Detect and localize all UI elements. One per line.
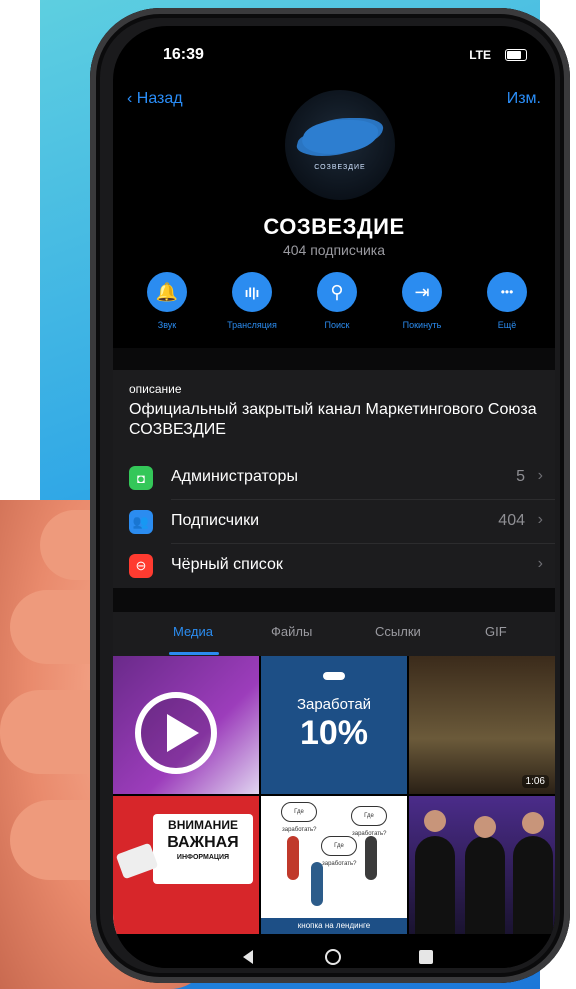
section-divider [113, 348, 555, 370]
video-duration: 1:06 [521, 775, 549, 788]
sound-label: Звук [157, 320, 177, 330]
person-head [522, 812, 544, 834]
subscribers-count: 404 [498, 512, 525, 529]
tab-files[interactable]: Файлы [271, 624, 312, 639]
promo-title: Заработай [296, 696, 372, 713]
action-bar: 🔔 Звук ıl|ı Трансляция ⚲ Поиск ⇥ Покинут… [127, 272, 547, 338]
search-label: Поиск [324, 320, 350, 330]
speech-bubble: Где заработать? [321, 836, 357, 867]
person-figure [311, 862, 323, 906]
blacklist-label: Чёрный список [171, 556, 283, 573]
leave-action[interactable]: ⇥ Покинуть [382, 272, 462, 330]
logo-icon [323, 672, 345, 680]
nav-back-icon[interactable] [243, 950, 253, 964]
notice-line-2: ВАЖНАЯ [167, 834, 239, 851]
admin-shield-icon: ◘ [129, 466, 153, 490]
media-tile-promo[interactable]: Заработай 10% [261, 656, 407, 794]
back-label: Назад [136, 90, 183, 107]
play-triangle-icon [167, 714, 199, 752]
subscriber-count: 404 подписчика [282, 242, 386, 258]
person-silhouette [513, 836, 553, 934]
blacklist-icon: ⊖ [129, 554, 153, 578]
leave-icon[interactable]: ⇥ [402, 272, 442, 312]
description-section: описание Официальный закрытый канал Марк… [113, 370, 555, 456]
battery-icon [505, 49, 527, 61]
chevron-right-icon: › [537, 467, 543, 484]
blacklist-row[interactable]: ⊖ Чёрный список › [113, 544, 555, 588]
media-tile-event-video[interactable]: 1:06 [409, 656, 555, 794]
description-text: Официальный закрытый канал Маркетинговог… [129, 401, 537, 438]
channel-title: СОЗВЕЗДИЕ [263, 214, 405, 239]
tab-links[interactable]: Ссылки [375, 624, 421, 639]
chevron-right-icon: › [537, 511, 543, 528]
notice-line-1: ВНИМАНИЕ [168, 818, 238, 832]
speech-bubble: Где заработать? [281, 802, 317, 833]
person-head [424, 810, 446, 832]
person-silhouette [415, 836, 455, 934]
russia-map-icon [298, 120, 382, 154]
admins-label: Администраторы [171, 468, 298, 485]
media-tile-comic[interactable]: Где заработать? Где заработать? Где зара… [261, 796, 407, 934]
tab-gif[interactable]: GIF [485, 624, 507, 639]
admins-row[interactable]: ◘ Администраторы 5 › [113, 456, 555, 500]
person-head [474, 816, 496, 838]
more-label: Ещё [497, 320, 517, 330]
bell-icon[interactable]: 🔔 [147, 272, 187, 312]
nav-recent-icon[interactable] [419, 950, 433, 964]
description-label: описание [129, 382, 182, 396]
info-list: ◘ Администраторы 5 › 👥 Подписчики 404 › … [113, 456, 555, 588]
avatar-logo-text: СОЗВЕЗДИЕ [314, 164, 366, 171]
leave-label: Покинуть [402, 320, 442, 330]
tab-media[interactable]: Медиа [173, 624, 213, 639]
person-figure [287, 836, 299, 880]
more-icon[interactable]: ••• [487, 272, 527, 312]
promo-percent: 10% [299, 714, 369, 752]
media-tabs: Медиа Файлы Ссылки GIF [113, 612, 555, 656]
nav-home-icon[interactable] [325, 949, 341, 965]
phone-screen: 16:39 LTE ‹ Назад Изм. СОЗВЕЗДИЕ СОЗВЕЗД… [113, 26, 555, 968]
status-time: 16:39 [163, 46, 204, 63]
channel-avatar[interactable]: СОЗВЕЗДИЕ [285, 90, 395, 200]
search-action[interactable]: ⚲ Поиск [297, 272, 377, 330]
media-tile-notice[interactable]: ВНИМАНИЕ ВАЖНАЯ ИНФОРМАЦИЯ [113, 796, 259, 934]
person-silhouette [465, 836, 505, 934]
notch [233, 26, 433, 64]
media-tile-video[interactable] [113, 656, 259, 794]
speech-bubble: Где заработать? [351, 806, 387, 837]
landing-button-banner: кнопка на лендинге [261, 918, 407, 934]
active-tab-indicator [169, 652, 219, 655]
subscribers-icon: 👥 [129, 510, 153, 534]
network-indicator: LTE [469, 48, 491, 62]
system-nav-bar [113, 948, 555, 968]
notice-line-3: ИНФОРМАЦИЯ [176, 854, 230, 861]
subscribers-label: Подписчики [171, 512, 260, 529]
broadcast-icon[interactable]: ıl|ı [232, 272, 272, 312]
person-figure [365, 836, 377, 880]
media-tile-photo[interactable] [409, 796, 555, 934]
broadcast-action[interactable]: ıl|ı Трансляция [212, 272, 292, 330]
sound-action[interactable]: 🔔 Звук [127, 272, 207, 330]
search-icon[interactable]: ⚲ [317, 272, 357, 312]
edit-button[interactable]: Изм. [507, 90, 541, 108]
section-divider [113, 588, 555, 612]
chevron-right-icon: › [537, 555, 543, 572]
media-grid: Заработай 10% 1:06 ВНИМАНИЕ ВАЖНАЯ ИНФОР… [113, 656, 555, 948]
broadcast-label: Трансляция [227, 320, 277, 330]
subscribers-row[interactable]: 👥 Подписчики 404 › [113, 500, 555, 544]
admins-count: 5 [516, 468, 525, 485]
back-button[interactable]: ‹ Назад [127, 90, 183, 108]
more-action[interactable]: ••• Ещё [467, 272, 547, 330]
